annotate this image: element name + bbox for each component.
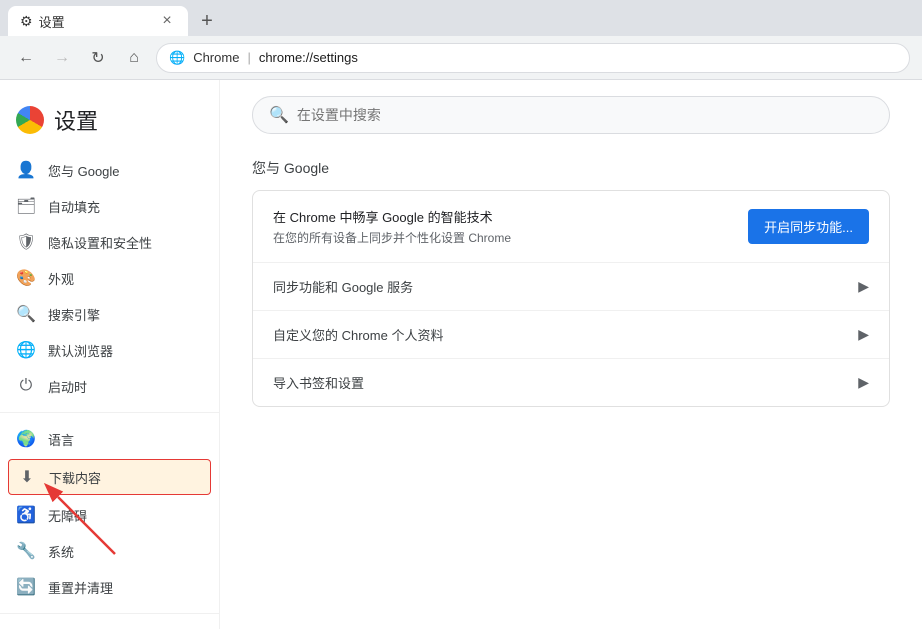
reset-icon: 🔄: [16, 577, 36, 597]
tab-bar: ⚙ 设置 × +: [0, 0, 922, 36]
section-title: 您与 Google: [252, 158, 890, 178]
address-site: Chrome: [193, 50, 239, 65]
browser-window: ⚙ 设置 × + ← → ↻ ⌂ 🌐 Chrome | chrome://set…: [0, 0, 922, 629]
sidebar-item-startup[interactable]: ⏻ 启动时: [0, 368, 219, 404]
tab-label: 设置: [39, 12, 65, 31]
sidebar-label-startup: 启动时: [48, 377, 87, 396]
search-icon: 🔍: [269, 105, 289, 125]
sidebar-label-autofill: 自动填充: [48, 197, 100, 216]
forward-button[interactable]: →: [48, 44, 76, 72]
sidebar-item-search[interactable]: 🔍 搜索引擎: [0, 296, 219, 332]
content-area: 设置 👤 您与 Google 🗂 自动填充 🛡 隐私设置和安全性 🎨 外观 🔍 …: [0, 80, 922, 629]
address-bar[interactable]: 🌐 Chrome | chrome://settings: [156, 43, 910, 73]
nav-bar: ← → ↻ ⌂ 🌐 Chrome | chrome://settings: [0, 36, 922, 80]
tab-icon: ⚙: [20, 13, 33, 30]
sidebar-label-privacy: 隐私设置和安全性: [48, 233, 152, 252]
sidebar-label-system: 系统: [48, 542, 74, 561]
sidebar-label-appearance: 外观: [48, 269, 74, 288]
address-icon: 🌐: [169, 50, 185, 66]
browser-icon: 🌐: [16, 340, 36, 360]
chevron-right-icon-3: ▶: [858, 374, 869, 391]
search-bar[interactable]: 🔍: [252, 96, 890, 134]
sidebar-item-appearance[interactable]: 🎨 外观: [0, 260, 219, 296]
menu-item-profile[interactable]: 自定义您的 Chrome 个人资料 ▶: [253, 310, 889, 358]
language-icon: 🌍: [16, 429, 36, 449]
autofill-icon: 🗂: [16, 196, 36, 216]
sync-card-subtitle: 在您的所有设备上同步并个性化设置 Chrome: [273, 229, 748, 246]
sidebar-divider-2: [0, 613, 219, 614]
sync-button[interactable]: 开启同步功能...: [748, 209, 869, 244]
sidebar-item-reset[interactable]: 🔄 重置并清理: [0, 569, 219, 605]
sidebar-item-language[interactable]: 🌍 语言: [0, 421, 219, 457]
sync-card: 在 Chrome 中畅享 Google 的智能技术 在您的所有设备上同步并个性化…: [252, 190, 890, 407]
refresh-button[interactable]: ↻: [84, 44, 112, 72]
download-icon: ⬇: [17, 467, 37, 487]
appearance-icon: 🎨: [16, 268, 36, 288]
sidebar-item-downloads[interactable]: ⬇ 下载内容: [8, 459, 211, 495]
sync-card-title: 在 Chrome 中畅享 Google 的智能技术: [273, 207, 748, 226]
accessibility-icon: ♿: [16, 505, 36, 525]
address-separator: |: [247, 50, 250, 65]
menu-item-import[interactable]: 导入书签和设置 ▶: [253, 358, 889, 406]
shield-icon: 🛡: [16, 232, 36, 252]
sidebar-label-search: 搜索引擎: [48, 305, 100, 324]
back-button[interactable]: ←: [12, 44, 40, 72]
sync-card-content: 在 Chrome 中畅享 Google 的智能技术 在您的所有设备上同步并个性化…: [273, 207, 748, 246]
page-title-text: 设置: [54, 104, 98, 136]
sidebar-label-language: 语言: [48, 430, 74, 449]
sidebar: 设置 👤 您与 Google 🗂 自动填充 🛡 隐私设置和安全性 🎨 外观 🔍 …: [0, 80, 220, 629]
system-icon: 🔧: [16, 541, 36, 561]
menu-label-sync: 同步功能和 Google 服务: [273, 277, 413, 296]
startup-icon: ⏻: [16, 377, 36, 395]
main-panel: 🔍 您与 Google 在 Chrome 中畅享 Google 的智能技术 在您…: [220, 80, 922, 629]
sync-card-header[interactable]: 在 Chrome 中畅享 Google 的智能技术 在您的所有设备上同步并个性化…: [253, 191, 889, 262]
sidebar-item-browser[interactable]: 🌐 默认浏览器: [0, 332, 219, 368]
chevron-right-icon: ▶: [858, 278, 869, 295]
menu-item-sync-services[interactable]: 同步功能和 Google 服务 ▶: [253, 262, 889, 310]
sidebar-item-extensions[interactable]: 🧩 扩展程序 ↗: [0, 622, 219, 629]
person-icon: 👤: [16, 160, 36, 180]
chevron-right-icon-2: ▶: [858, 326, 869, 343]
tab-close-button[interactable]: ×: [158, 12, 176, 30]
sidebar-label-accessibility: 无障碍: [48, 506, 87, 525]
search-nav-icon: 🔍: [16, 304, 36, 324]
sidebar-item-system[interactable]: 🔧 系统: [0, 533, 219, 569]
sidebar-label-browser: 默认浏览器: [48, 341, 113, 360]
address-url: chrome://settings: [259, 50, 358, 65]
sidebar-item-autofill[interactable]: 🗂 自动填充: [0, 188, 219, 224]
new-tab-button[interactable]: +: [192, 6, 222, 36]
sidebar-item-accessibility[interactable]: ♿ 无障碍: [0, 497, 219, 533]
sidebar-label-reset: 重置并清理: [48, 578, 113, 597]
sidebar-divider: [0, 412, 219, 413]
menu-label-import: 导入书签和设置: [273, 373, 364, 392]
sidebar-item-privacy[interactable]: 🛡 隐私设置和安全性: [0, 224, 219, 260]
search-input[interactable]: [297, 107, 873, 123]
sidebar-item-google[interactable]: 👤 您与 Google: [0, 152, 219, 188]
home-button[interactable]: ⌂: [120, 44, 148, 72]
sidebar-label-google: 您与 Google: [48, 161, 120, 180]
settings-tab[interactable]: ⚙ 设置 ×: [8, 6, 188, 36]
chrome-logo-icon: [16, 106, 44, 134]
page-title-area: 设置: [0, 96, 219, 152]
menu-label-profile: 自定义您的 Chrome 个人资料: [273, 325, 443, 344]
sidebar-label-downloads: 下载内容: [49, 468, 101, 487]
